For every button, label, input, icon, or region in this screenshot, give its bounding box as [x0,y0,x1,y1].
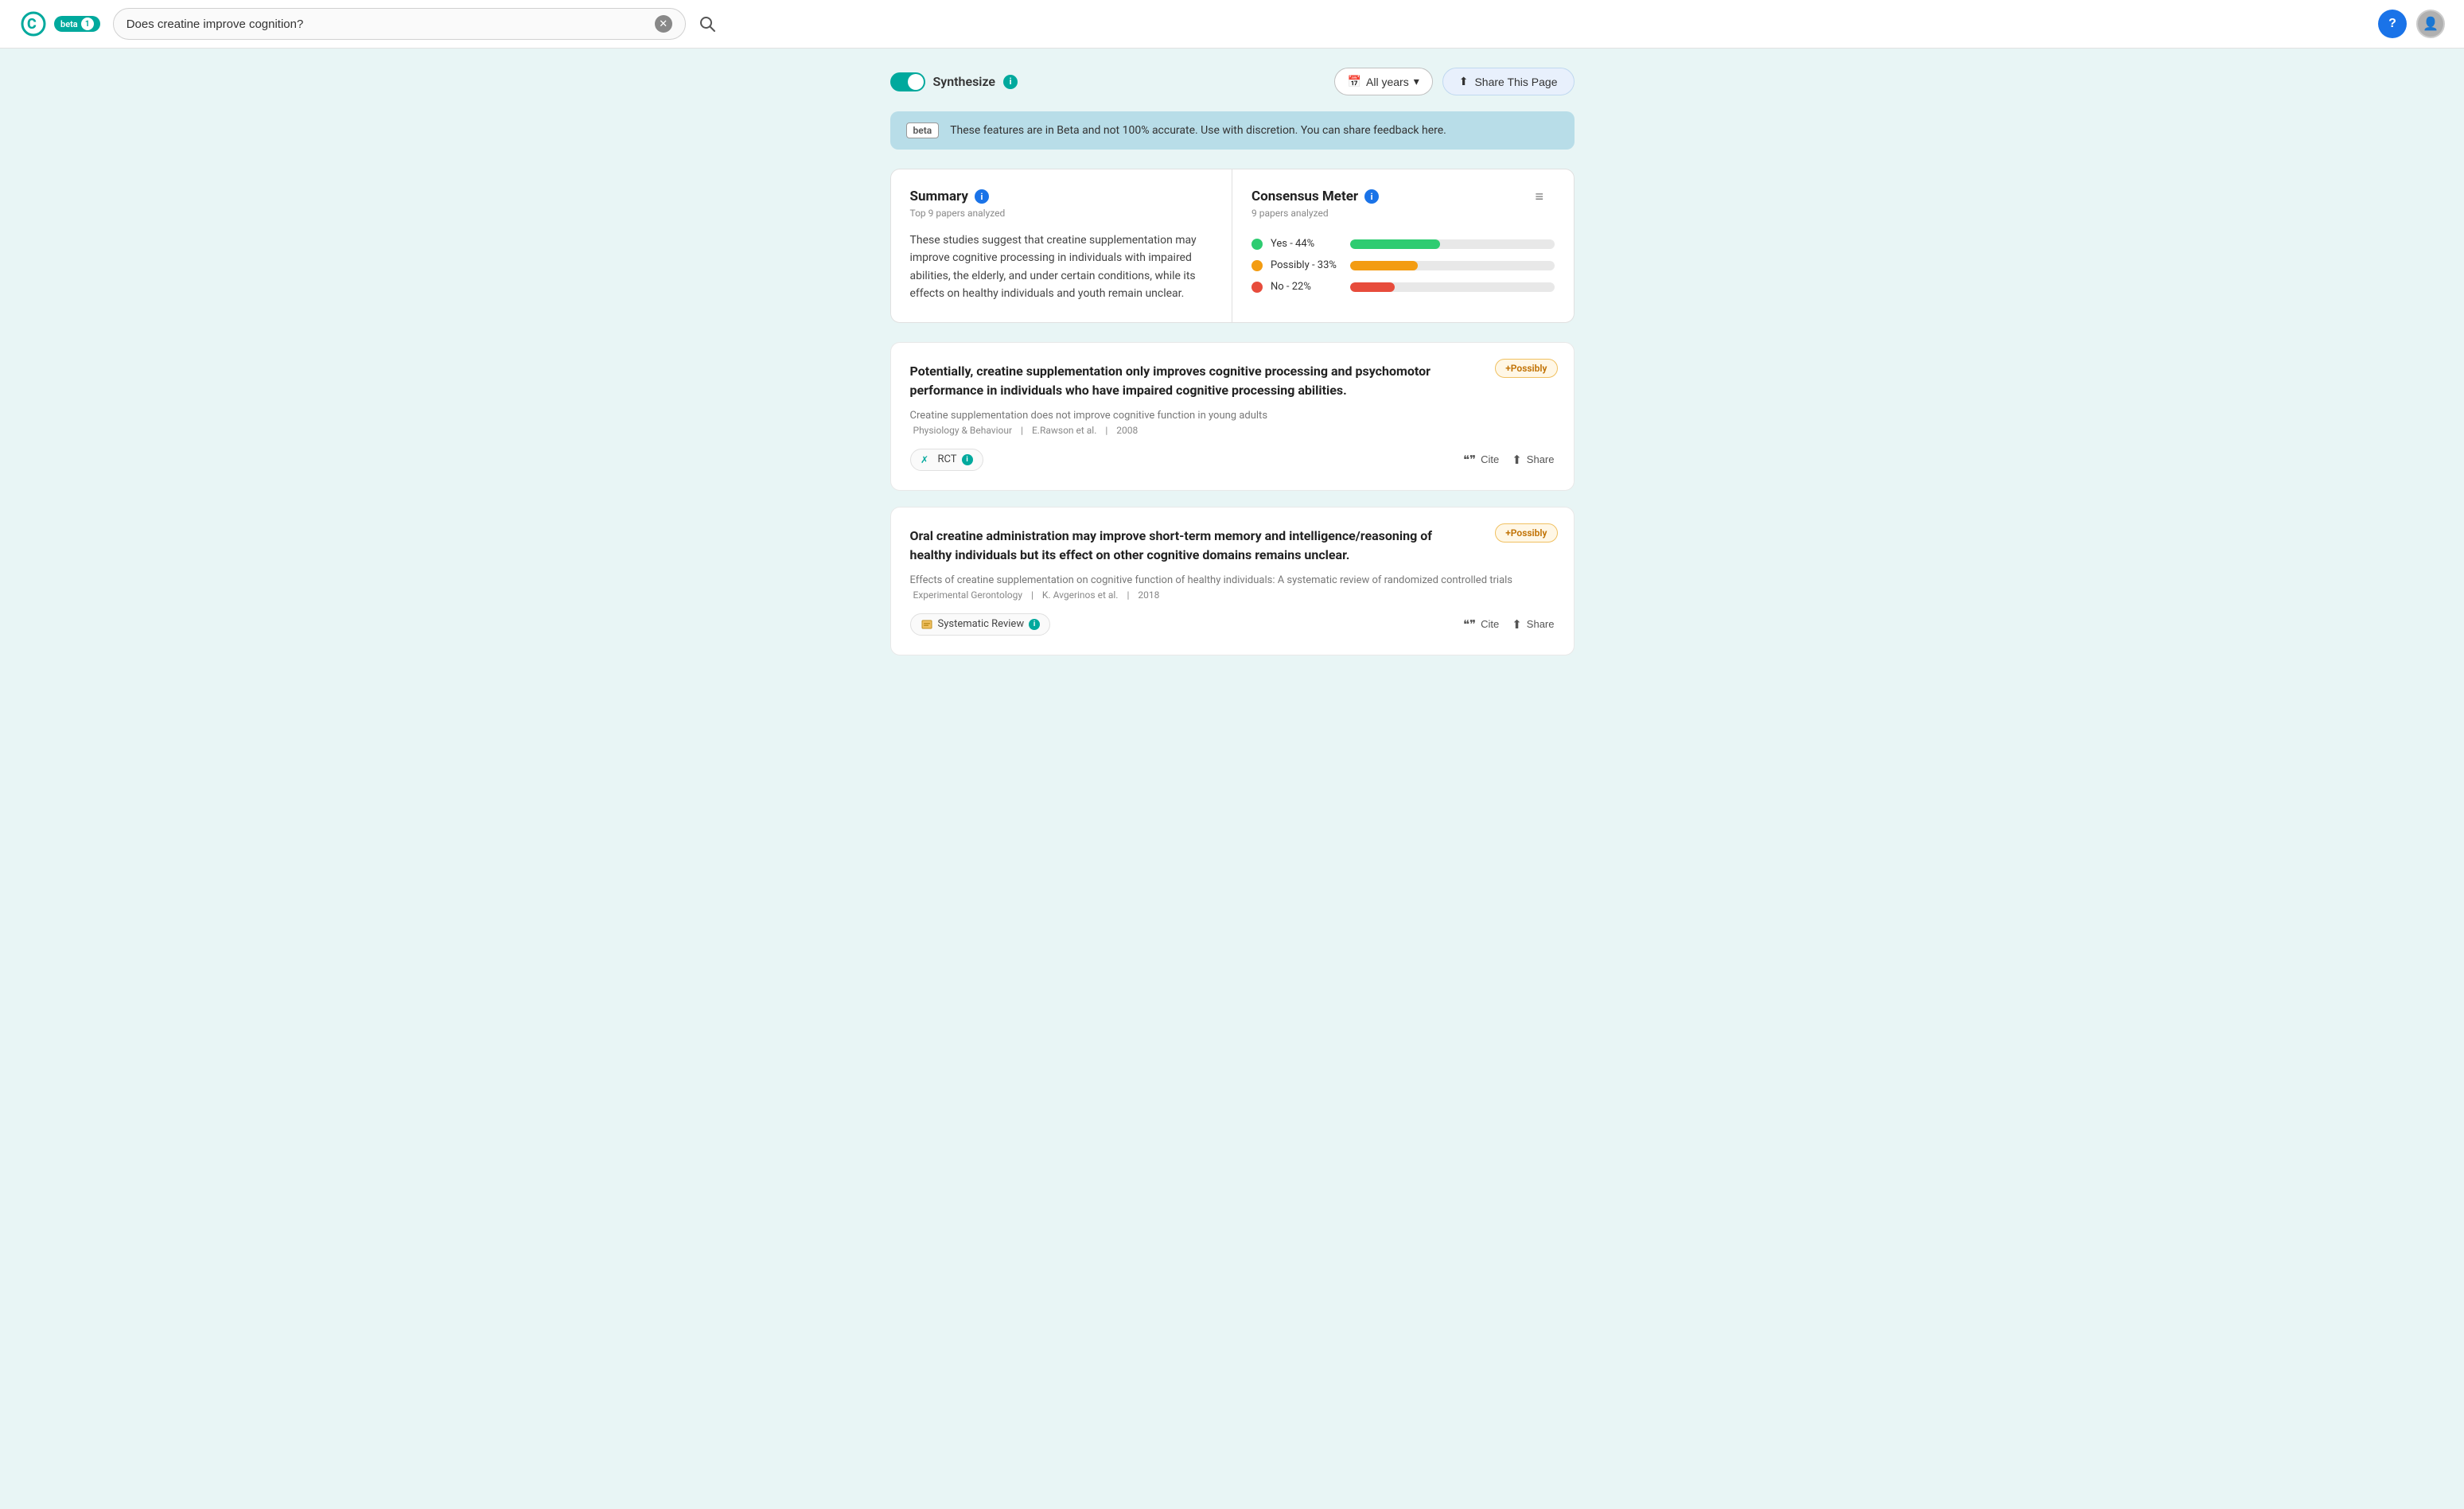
share-icon-1: ⬆ [1512,453,1522,467]
share-button-2[interactable]: ⬆ Share [1512,617,1554,632]
paper-actions-1: ❝❞ Cite ⬆ Share [1463,453,1555,467]
paper-meta-2: Experimental Gerontology | K. Avgerinos … [910,589,1555,601]
yes-label: Yes - 44% [1271,238,1342,250]
summary-title: Summary i [910,189,1213,204]
consensus-title: Consensus Meter i [1251,189,1379,204]
consensus-header-row: Consensus Meter i 9 papers analyzed ≡ [1251,189,1555,231]
years-filter-button[interactable]: 📅 All years ▾ [1334,68,1433,95]
yes-bar-bg [1350,239,1555,249]
consensus-bars: Yes - 44% Possibly - 33% No - 22% [1251,238,1555,293]
paper-title-1[interactable]: Potentially, creatine supplementation on… [910,362,1555,400]
summary-card: Summary i Top 9 papers analyzed These st… [891,169,1233,322]
search-input[interactable] [127,18,648,31]
synthesize-toggle-switch[interactable] [890,72,925,91]
cite-button-1[interactable]: ❝❞ Cite [1463,453,1499,467]
journal-1: Physiology & Behaviour [913,425,1013,436]
calendar-icon: 📅 [1348,75,1361,88]
consensus-card: Consensus Meter i 9 papers analyzed ≡ Ye… [1232,169,1574,322]
main-content: Synthesize i 📅 All years ▾ ⬆ Share This … [874,49,1590,690]
beta-tag: beta [906,123,940,138]
journal-2: Experimental Gerontology [913,589,1023,601]
no-bar-fill [1350,282,1395,292]
paper-card-2: +Possibly Oral creatine administration m… [890,507,1575,655]
paper-subtitle-1: Creatine supplementation does not improv… [910,410,1555,422]
synthesize-label: Synthesize [933,74,996,89]
possibly-dot [1251,260,1263,271]
systematic-review-info-icon-2[interactable]: i [1029,619,1040,630]
paper-footer-1: ✗ RCT i ❝❞ Cite ⬆ Share [910,449,1555,471]
beta-notice: beta These features are in Beta and not … [890,111,1575,150]
consensus-row-possibly: Possibly - 33% [1251,259,1555,271]
paper-footer-2: Systematic Review i ❝❞ Cite ⬆ Share [910,613,1555,636]
avatar-icon: 👤 [2423,16,2439,32]
share-icon: ⬆ [1459,75,1469,88]
toolbar-row: Synthesize i 📅 All years ▾ ⬆ Share This … [890,68,1575,95]
consensus-row-no: No - 22% [1251,281,1555,293]
cite-icon-1: ❝❞ [1463,453,1476,467]
yes-bar-fill [1350,239,1440,249]
systematic-review-tag-2: Systematic Review i [910,613,1051,636]
logo-area: C beta 1 [19,10,100,38]
rct-info-icon-1[interactable]: i [962,454,973,465]
synthesize-info-icon[interactable]: i [1003,75,1018,89]
summary-text: These studies suggest that creatine supp… [910,231,1213,303]
year-1: 2008 [1116,425,1138,436]
consensus-info-icon[interactable]: i [1364,189,1379,204]
help-button[interactable]: ? [2378,10,2407,38]
share-button-1[interactable]: ⬆ Share [1512,453,1554,467]
possibly-badge-2: +Possibly [1495,523,1557,543]
share-icon-2: ⬆ [1512,617,1522,632]
paper-meta-1: Physiology & Behaviour | E.Rawson et al.… [910,425,1555,436]
no-dot [1251,282,1263,293]
paper-card-1: +Possibly Potentially, creatine suppleme… [890,342,1575,491]
rct-tag-1: ✗ RCT i [910,449,983,471]
authors-1: E.Rawson et al. [1032,425,1096,436]
possibly-bar-fill [1350,261,1418,270]
authors-2: K. Avgerinos et al. [1042,589,1119,601]
cards-row: Summary i Top 9 papers analyzed These st… [890,169,1575,323]
chevron-down-icon: ▾ [1414,75,1419,88]
toggle-knob [908,74,924,90]
beta-badge: beta 1 [54,16,100,32]
paper-title-2[interactable]: Oral creatine administration may improve… [910,527,1555,565]
beta-notice-text: These features are in Beta and not 100% … [950,124,1446,137]
summary-subtitle: Top 9 papers analyzed [910,208,1213,219]
no-label: No - 22% [1271,281,1342,293]
avatar-button[interactable]: 👤 [2416,10,2445,38]
systematic-review-icon-2 [921,618,933,631]
consensus-subtitle: 9 papers analyzed [1251,208,1379,219]
no-bar-bg [1350,282,1555,292]
possibly-bar-bg [1350,261,1555,270]
header: C beta 1 ✕ ? 👤 [0,0,2464,49]
search-button[interactable] [699,15,716,33]
filter-icon[interactable]: ≡ [1536,189,1555,208]
paper-actions-2: ❝❞ Cite ⬆ Share [1463,617,1555,632]
header-right: ? 👤 [2378,10,2445,38]
yes-dot [1251,239,1263,250]
rct-icon-1: ✗ [921,453,933,466]
paper-subtitle-2: Effects of creatine supplementation on c… [910,574,1555,586]
cite-button-2[interactable]: ❝❞ Cite [1463,617,1499,632]
toolbar-actions: 📅 All years ▾ ⬆ Share This Page [1334,68,1575,95]
consensus-row-yes: Yes - 44% [1251,238,1555,250]
summary-info-icon[interactable]: i [975,189,989,204]
year-2: 2018 [1138,589,1159,601]
search-clear-button[interactable]: ✕ [655,15,672,33]
svg-text:C: C [27,16,37,33]
cite-icon-2: ❝❞ [1463,617,1476,632]
possibly-label: Possibly - 33% [1271,259,1342,271]
logo-icon: C [19,10,48,38]
possibly-badge-1: +Possibly [1495,359,1557,378]
search-bar: ✕ [113,8,686,40]
svg-text:✗: ✗ [921,454,928,465]
share-page-button[interactable]: ⬆ Share This Page [1442,68,1575,95]
synthesize-toggle: Synthesize i [890,72,1018,91]
